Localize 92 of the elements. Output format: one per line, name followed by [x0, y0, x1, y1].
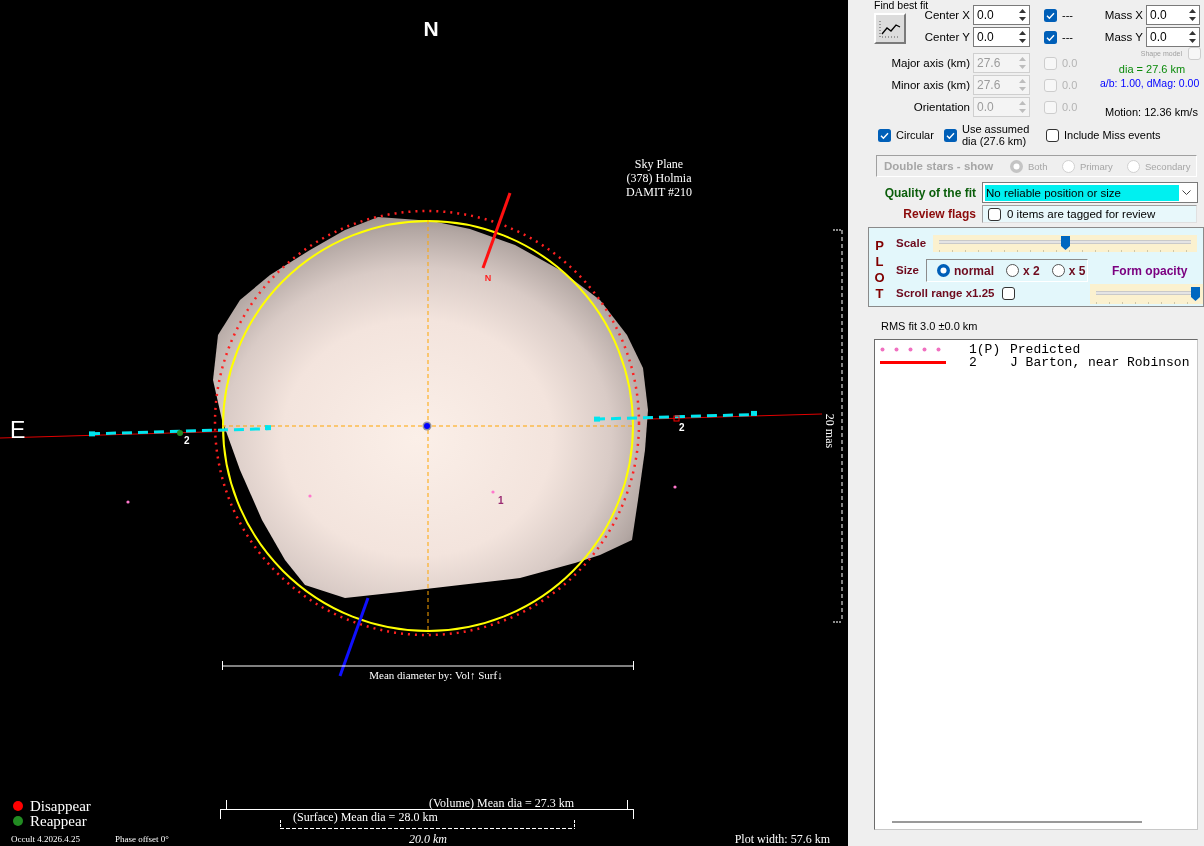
fixed-value: 0.0	[1062, 101, 1078, 113]
checkbox[interactable]	[1002, 287, 1016, 300]
setting-label: Scale	[896, 237, 927, 250]
plot-vertical-label: PLOT	[873, 238, 886, 302]
field-label: Mass X	[1104, 9, 1143, 21]
rms-text: RMS fit 3.0 ±0.0 km	[881, 319, 978, 334]
number-field[interactable]: 0.0	[1146, 27, 1200, 47]
event-legend-label: Reappear	[30, 813, 87, 829]
point-marker-icon	[126, 500, 130, 504]
observer-listbox[interactable]: 1(P) Predicted 2 J Barton, near Robinson	[874, 339, 1198, 830]
slider-track[interactable]	[1096, 286, 1200, 301]
point-label: 1	[498, 495, 504, 506]
opacity-slider[interactable]	[1090, 283, 1203, 304]
point-marker-icon	[491, 490, 495, 494]
fit-button[interactable]	[874, 13, 906, 44]
group-title: Double stars - show	[884, 159, 994, 173]
phase-offset-label: Phase offset 0°	[115, 834, 169, 844]
option-label[interactable]: Include Miss events	[1064, 129, 1161, 141]
field-label: Major axis (km)	[891, 57, 970, 69]
field-label: Center X	[924, 9, 970, 21]
quality-dropdown[interactable]: No reliable position or size	[982, 182, 1198, 203]
field-label: Minor axis (km)	[891, 79, 970, 91]
volume-diameter-label: (Volume) Mean dia = 27.3 km	[429, 796, 575, 810]
model-label: DAMIT #210	[625, 185, 693, 199]
plot-title: Sky Plane	[634, 157, 684, 171]
fixed-value: ---	[1062, 31, 1073, 43]
radio-label[interactable]: normal	[954, 263, 995, 278]
spin-arrows-icon[interactable]	[1018, 7, 1027, 23]
radio-button[interactable]	[1006, 264, 1020, 277]
mean-diameter-caption: Mean diameter by: Vol↑ Surf↓	[369, 669, 503, 681]
number-field[interactable]: 0.0	[973, 27, 1030, 47]
point-marker-icon	[308, 494, 312, 498]
event-number: 2	[969, 356, 977, 369]
center-marker-icon	[422, 421, 432, 431]
radio-label[interactable]: x 5	[1068, 263, 1086, 278]
angular-scale-label: 20 mas	[823, 413, 837, 449]
spin-arrows-icon[interactable]	[1018, 29, 1027, 45]
chord-label: 2	[679, 422, 685, 433]
scale-bar-label: 20.0 km	[409, 832, 447, 846]
setting-label: Scroll range x1.25	[896, 287, 995, 300]
checkbox[interactable]	[988, 207, 1001, 221]
slider-thumb[interactable]	[1191, 286, 1200, 301]
line-chart-icon	[879, 19, 901, 38]
spin-arrows-icon[interactable]	[1188, 29, 1197, 45]
checkbox[interactable]	[1044, 8, 1057, 22]
setting-label: Size	[896, 264, 919, 277]
review-text: 0 items are tagged for review	[1007, 207, 1156, 221]
fixed-value: 0.0	[1062, 57, 1078, 69]
reappear-marker-icon	[177, 430, 183, 436]
field-label: Orientation	[913, 101, 970, 113]
event-number: 1(P)	[969, 343, 1001, 356]
asteroid-name: (378) Holmia	[626, 171, 692, 185]
pole-label: N	[484, 273, 492, 283]
field-label: Center Y	[924, 31, 970, 43]
event-legend-label: Disappear	[30, 798, 91, 814]
north-label: N	[423, 17, 439, 40]
chord-label: 2	[184, 435, 190, 446]
spin-arrows-icon[interactable]	[1188, 7, 1197, 23]
dropdown-value[interactable]: No reliable position or size	[985, 184, 1179, 201]
fixed-value: ---	[1062, 9, 1073, 21]
group-caption: Find best fit	[874, 0, 929, 10]
review-label: Review flags	[903, 207, 976, 221]
surface-diameter-label: (Surface) Mean dia = 28.0 km	[293, 810, 438, 824]
plot-width-label: Plot width: 57.6 km	[734, 832, 830, 846]
field-label: Mass Y	[1104, 31, 1143, 43]
number-field[interactable]: 0.0	[973, 5, 1030, 25]
checkbox[interactable]	[1046, 128, 1059, 142]
diameter-text: dia = 27.6 km	[1118, 63, 1186, 75]
horizontal-scrollbar[interactable]	[892, 821, 1142, 823]
fixed-value: 0.0	[1062, 79, 1078, 91]
option-label[interactable]: Use assumed dia (27.6 km)	[962, 123, 1034, 147]
caret-icon[interactable]	[1182, 190, 1191, 195]
point-marker-icon	[673, 485, 677, 489]
radio-button[interactable]	[937, 264, 950, 277]
observer-name[interactable]: Predicted	[1010, 343, 1081, 356]
slider-thumb[interactable]	[1060, 236, 1070, 250]
option-label[interactable]: Circular	[896, 129, 934, 141]
east-label: E	[10, 417, 26, 443]
observer-name[interactable]: J Barton, near Robinson	[1010, 356, 1190, 369]
checkbox[interactable]	[1044, 30, 1057, 44]
number-field[interactable]: 0.0	[1146, 5, 1200, 25]
version-label: Occult 4.2026.4.25	[11, 834, 80, 844]
radio-label[interactable]: x 2	[1023, 263, 1040, 278]
motion-text: Motion: 12.36 km/s	[1105, 106, 1198, 118]
scale-slider[interactable]	[933, 235, 1198, 252]
disappear-marker-icon	[673, 415, 680, 422]
opacity-label: Form opacity	[1112, 263, 1188, 278]
radio-button[interactable]	[1051, 264, 1065, 277]
ratio-text: a/b: 1.00, dMag: 0.00	[1100, 77, 1200, 89]
quality-label: Quality of the fit	[884, 185, 976, 200]
checkbox[interactable]	[878, 128, 891, 142]
checkbox[interactable]	[944, 128, 957, 142]
